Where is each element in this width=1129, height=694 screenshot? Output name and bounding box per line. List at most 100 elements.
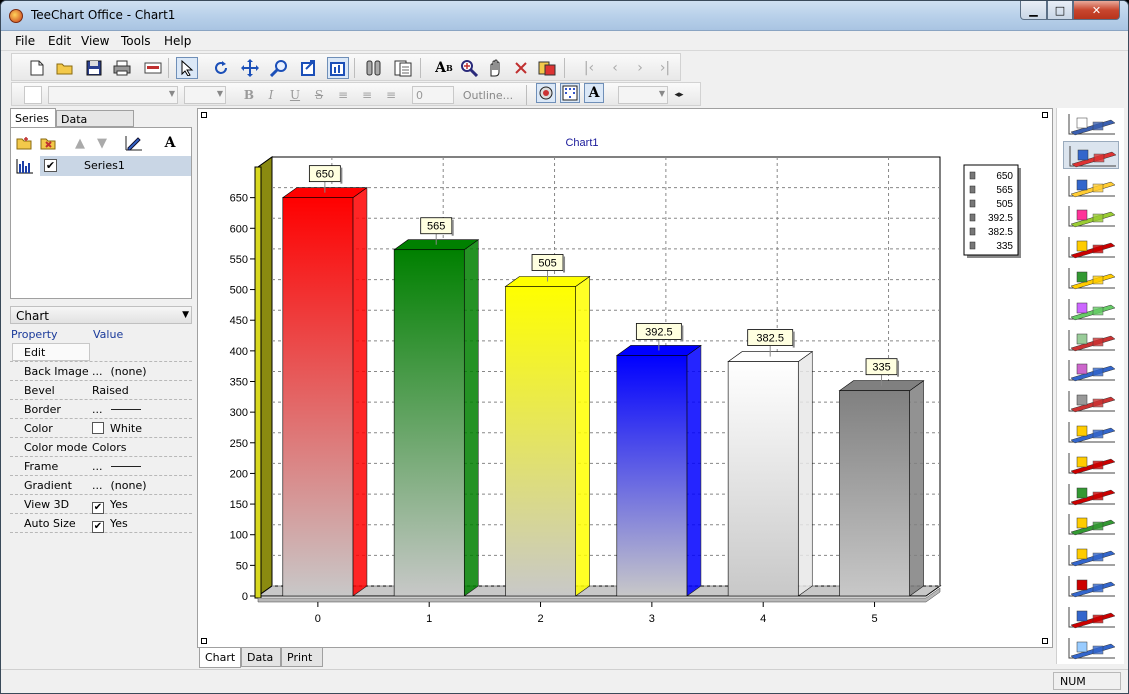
first-icon[interactable]: |‹ [578, 57, 600, 79]
series-visible-checkbox[interactable]: ✔ [44, 159, 57, 172]
tab-print[interactable]: Print [281, 648, 323, 667]
scroll-left-right-icon[interactable]: ◂▸ [670, 86, 688, 104]
save-icon[interactable] [83, 57, 105, 79]
property-value[interactable]: ✔ Yes [92, 498, 128, 514]
horiz-stack-gallery-icon[interactable] [1063, 172, 1119, 200]
last-icon[interactable]: ›| [654, 57, 676, 79]
property-row[interactable]: Border... [10, 400, 192, 419]
point-gallery-icon[interactable] [1063, 449, 1119, 477]
zoom-select[interactable]: ▼ [618, 86, 668, 104]
property-row[interactable]: Edit [10, 343, 192, 362]
tab-series[interactable]: Series [10, 108, 56, 127]
zoom-icon[interactable] [268, 57, 290, 79]
property-value[interactable]: ✔ Yes [92, 517, 128, 533]
map-gallery-icon[interactable] [1063, 572, 1119, 600]
pattern-icon[interactable] [536, 83, 556, 103]
property-value[interactable]: ... (none) [92, 479, 147, 492]
ellipsis-button[interactable]: ... [92, 365, 103, 378]
bar-1[interactable] [393, 239, 480, 597]
print-preview-icon[interactable] [392, 57, 414, 79]
bar-gallery-icon[interactable] [1063, 326, 1119, 354]
bubble-gallery-icon[interactable] [1063, 480, 1119, 508]
copy-icon[interactable] [536, 57, 558, 79]
series-row[interactable]: ✔ Series1 [12, 156, 191, 176]
checkbox[interactable]: ✔ [92, 521, 104, 533]
next-icon[interactable]: › [629, 57, 651, 79]
depth-icon[interactable] [298, 57, 320, 79]
outline-button[interactable]: Outline... [460, 86, 516, 104]
pie-gallery-icon[interactable] [1063, 202, 1119, 230]
annotation-icon[interactable]: AB [433, 57, 455, 79]
underline-button[interactable]: U [286, 86, 304, 104]
bar-0[interactable] [281, 187, 368, 597]
property-row[interactable]: Color mode Colors [10, 438, 192, 457]
open-icon[interactable] [54, 57, 76, 79]
donut-gallery-icon[interactable] [1063, 295, 1119, 323]
minimize-button[interactable]: ▁ [1020, 1, 1047, 20]
menu-view[interactable]: View [81, 34, 109, 48]
rotate-icon[interactable] [210, 57, 232, 79]
select-icon[interactable] [176, 57, 198, 79]
chart-editor-icon[interactable] [363, 57, 385, 79]
spin-input[interactable]: 0 [412, 86, 454, 104]
chart-canvas[interactable]: Chart1 0 50 100 150 200 250 300 350 400 450 500 550… [197, 108, 1053, 648]
property-value[interactable]: Raised [92, 384, 129, 397]
ellipsis-button[interactable]: ... [92, 460, 103, 473]
fill-color-box[interactable] [24, 86, 42, 104]
pyramid-gallery-icon[interactable] [1063, 233, 1119, 261]
series-name[interactable]: Series1 [84, 159, 125, 172]
property-row[interactable]: Back Image... (none) [10, 362, 192, 381]
gradient-icon[interactable] [560, 83, 580, 103]
zoom-in-icon[interactable] [458, 57, 480, 79]
delete-icon[interactable] [510, 57, 532, 79]
move-icon[interactable] [239, 57, 261, 79]
polar-gallery-icon[interactable] [1063, 603, 1119, 631]
volume-gallery-icon[interactable] [1063, 356, 1119, 384]
close-button[interactable]: ✕ [1073, 1, 1120, 20]
italic-button[interactable]: I [262, 86, 280, 104]
area-gallery-icon[interactable] [1063, 418, 1119, 446]
property-value[interactable]: ... [92, 460, 141, 473]
bold-button[interactable]: B [240, 86, 258, 104]
bar-2[interactable] [504, 275, 591, 597]
shape-gallery-icon[interactable] [1063, 541, 1119, 569]
font-name-select[interactable]: ▼ [48, 86, 178, 104]
new-icon[interactable] [26, 57, 48, 79]
property-row[interactable]: View 3D ✔ Yes [10, 495, 192, 514]
print-icon[interactable] [111, 57, 133, 79]
menu-help[interactable]: Help [164, 34, 191, 48]
legend[interactable]: 650 565 505 392.5 382.5 335 [963, 164, 1021, 258]
align-right-icon[interactable]: ≡ [382, 86, 400, 104]
series-title-icon[interactable]: A [161, 134, 179, 152]
line-gallery-icon[interactable] [1063, 387, 1119, 415]
bar-4[interactable] [727, 350, 814, 597]
align-center-icon[interactable]: ≡ [358, 86, 376, 104]
bar-3[interactable] [615, 344, 702, 597]
property-value[interactable]: Colors [92, 441, 126, 454]
maximize-button[interactable]: □ [1047, 1, 1073, 20]
font-icon[interactable]: A [584, 83, 604, 103]
property-row[interactable]: Gradient... (none) [10, 476, 192, 495]
3d-icon[interactable] [327, 57, 349, 79]
triangle-gallery-icon[interactable] [1063, 510, 1119, 538]
move-up-icon[interactable]: ▲ [71, 134, 89, 152]
funnel-gallery-icon[interactable] [1063, 634, 1119, 662]
hand-icon[interactable] [484, 57, 506, 79]
property-row[interactable]: Bevel Raised [10, 381, 192, 400]
ellipsis-button[interactable]: ... [92, 479, 103, 492]
title-bar[interactable]: TeeChart Office - Chart1 ▁ □ ✕ [1, 1, 1128, 31]
property-value[interactable]: ... [92, 403, 141, 416]
horiz-bar-gallery-icon[interactable] [1063, 140, 1119, 169]
line3d-gallery-icon[interactable] [1063, 264, 1119, 292]
inspector-dropdown[interactable]: Chart ▼ [10, 306, 192, 324]
color-swatch[interactable] [92, 422, 104, 434]
edit-series-icon[interactable] [125, 134, 143, 152]
menu-tools[interactable]: Tools [121, 34, 151, 48]
property-value[interactable]: White [92, 422, 142, 435]
font-size-select[interactable]: ▼ [184, 86, 226, 104]
horiz-line-gallery-icon[interactable] [1063, 110, 1119, 138]
tab-data-sources[interactable]: Data Sources [56, 110, 134, 139]
export-icon[interactable] [142, 57, 164, 79]
app-icon[interactable] [9, 9, 23, 23]
property-row[interactable]: Frame... [10, 457, 192, 476]
